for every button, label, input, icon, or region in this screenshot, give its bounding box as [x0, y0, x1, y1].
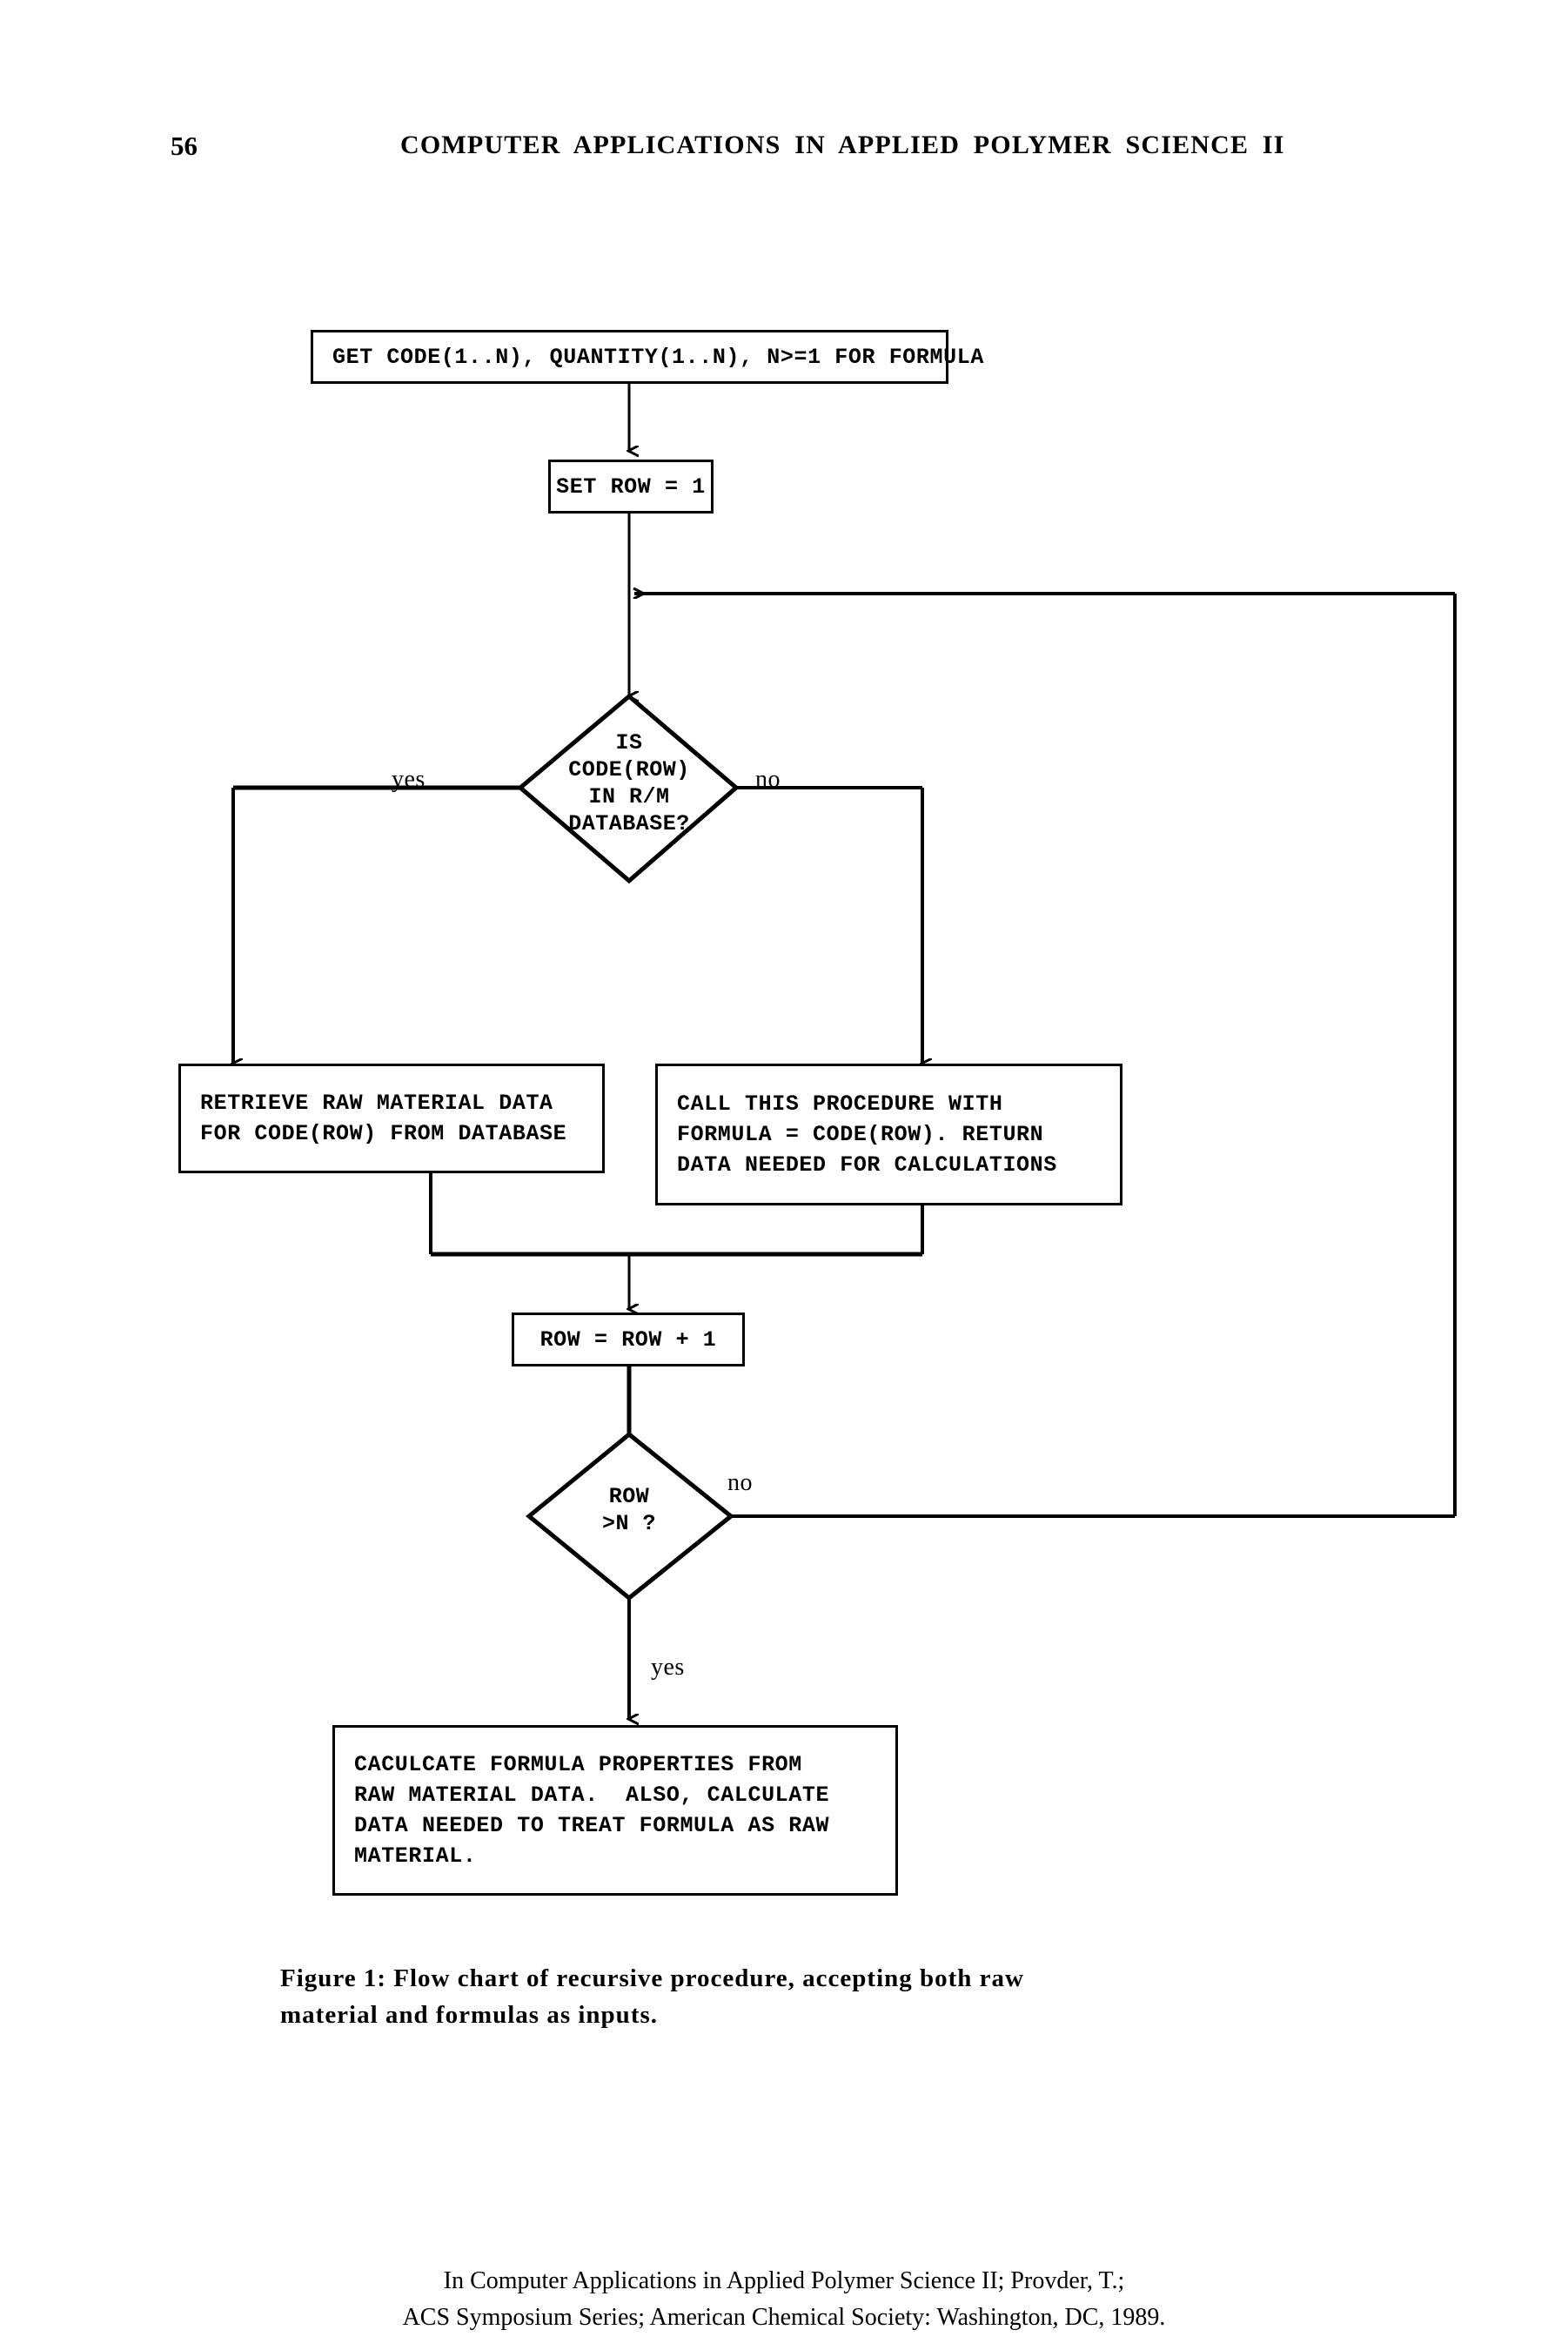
is-code-in-database-label: IS CODE(ROW) IN R/M DATABASE? — [568, 730, 690, 836]
footer-line-1: In Computer Applications in Applied Poly… — [443, 2267, 1125, 2294]
retrieve-raw-material-box-text: RETRIEVE RAW MATERIAL DATA FOR CODE(ROW)… — [200, 1091, 567, 1146]
page-footer: In Computer Applications in Applied Poly… — [0, 2263, 1568, 2336]
figure-caption-line-2: material and formulas as inputs. — [280, 2001, 659, 2029]
row-greater-than-n-label: ROW >N ? — [601, 1484, 656, 1536]
increment-row-box-text: ROW = ROW + 1 — [539, 1326, 717, 1353]
call-procedure-box[interactable]: CALL THIS PROCEDURE WITH FORMULA = CODE(… — [655, 1064, 1122, 1205]
increment-row-box[interactable]: ROW = ROW + 1 — [512, 1313, 745, 1366]
get-code-box-text: GET CODE(1..N), QUANTITY(1..N), N>=1 FOR… — [332, 344, 984, 370]
edge-label-yes-row: yes — [651, 1654, 685, 1681]
edge-label-no-database: no — [755, 766, 781, 793]
calculate-formula-properties-box-text: CACULCATE FORMULA PROPERTIES FROM RAW MA… — [354, 1752, 830, 1869]
flowchart-connectors — [0, 383, 1457, 2002]
calculate-formula-properties-box[interactable]: CACULCATE FORMULA PROPERTIES FROM RAW MA… — [332, 1725, 898, 1896]
edge-label-no-row: no — [727, 1469, 753, 1496]
call-procedure-box-text: CALL THIS PROCEDURE WITH FORMULA = CODE(… — [677, 1091, 1057, 1178]
figure-caption-line-1: Figure 1: Flow chart of recursive proced… — [280, 1964, 1024, 1992]
flowchart-figure: GET CODE(1..N), QUANTITY(1..N), N>=1 FOR… — [0, 0, 1568, 2002]
retrieve-raw-material-box[interactable]: RETRIEVE RAW MATERIAL DATA FOR CODE(ROW)… — [178, 1064, 605, 1173]
get-code-box[interactable]: GET CODE(1..N), QUANTITY(1..N), N>=1 FOR… — [311, 330, 983, 384]
edge-label-yes-database: yes — [392, 766, 426, 793]
set-row-box[interactable]: SET ROW = 1 — [548, 460, 714, 514]
set-row-box-text: SET ROW = 1 — [556, 473, 706, 500]
figure-caption: Figure 1: Flow chart of recursive proced… — [280, 1960, 1290, 2033]
footer-line-2: ACS Symposium Series; American Chemical … — [402, 2304, 1166, 2331]
